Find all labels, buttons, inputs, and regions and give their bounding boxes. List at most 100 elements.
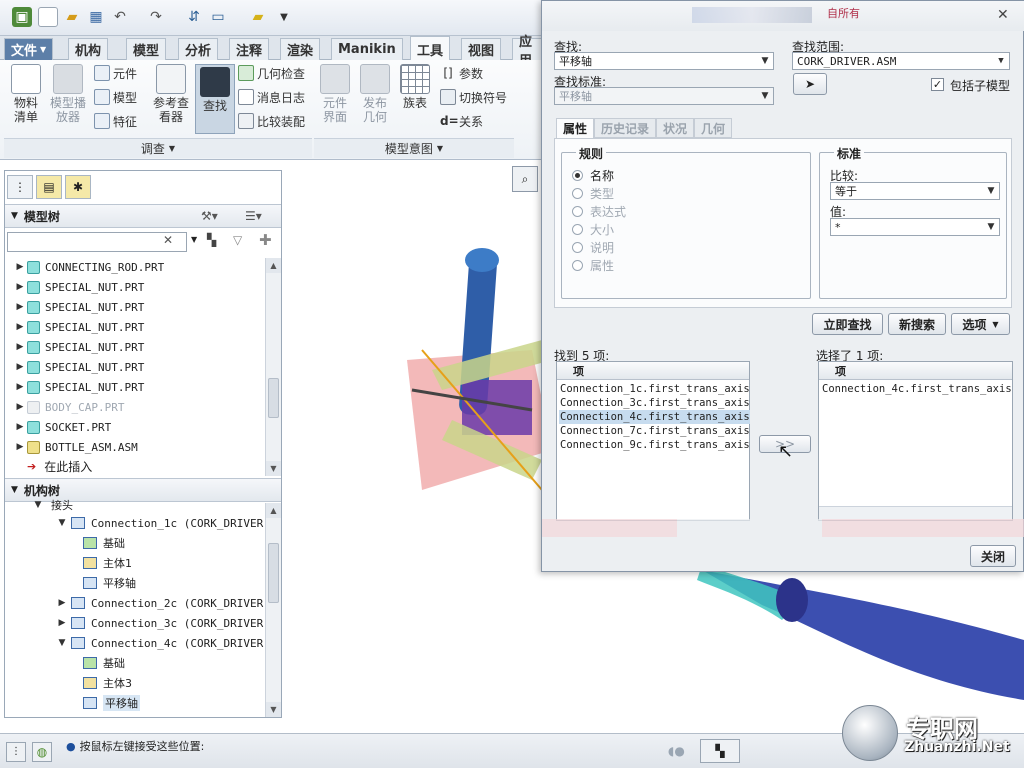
publish-geometry-button[interactable]: 发布 几何 xyxy=(355,64,395,124)
bill-of-materials-button[interactable]: 物料 清单 xyxy=(6,64,46,124)
expand-arrow-icon[interactable]: ▶ xyxy=(13,422,27,432)
save-icon[interactable]: ▦ xyxy=(86,7,106,27)
open-folder-icon[interactable]: ▰ xyxy=(62,7,82,27)
expand-arrow-icon[interactable]: ▶ xyxy=(55,618,69,628)
expand-arrow-icon[interactable]: ▶ xyxy=(55,598,69,608)
binoculars-icon[interactable]: ▚ xyxy=(207,233,216,247)
tree-item[interactable]: ▶ SPECIAL_NUT.PRT xyxy=(13,357,144,377)
tree-settings-icon[interactable]: ⚒▾ xyxy=(201,209,218,223)
mechanism-tree-item[interactable]: 主体3 xyxy=(81,673,132,693)
expand-arrow-icon[interactable]: ▶ xyxy=(13,442,27,452)
found-list-item[interactable]: Connection_4c.first_trans_axis xyxy=(559,410,750,424)
undo-icon[interactable]: ↶ xyxy=(110,7,130,27)
found-list-item[interactable]: Connection_1c.first_trans_axis xyxy=(559,382,750,396)
tab-mechanism[interactable]: 机构 xyxy=(68,38,109,60)
selected-column-header[interactable]: 项 xyxy=(819,362,1012,380)
filter-icon[interactable]: ▽ xyxy=(233,233,242,247)
found-column-header[interactable]: 项 xyxy=(557,362,749,380)
rule-radio[interactable]: 名称 xyxy=(572,167,614,184)
expand-arrow-icon[interactable]: ▶ xyxy=(13,322,27,332)
tree-item[interactable]: ▶ CONNECTING_ROD.PRT xyxy=(13,257,164,277)
selected-list-hscrollbar[interactable] xyxy=(819,506,1012,520)
clear-search-icon[interactable]: ✕ xyxy=(163,233,173,247)
look-in-select[interactable]: CORK_DRIVER.ASM ▼ xyxy=(792,52,1010,70)
tab-view[interactable]: 视图 xyxy=(461,38,502,60)
rule-radio[interactable]: 表达式 xyxy=(572,203,626,220)
tab-analysis[interactable]: 分析 xyxy=(178,38,219,60)
expand-arrow-icon[interactable]: ▶ xyxy=(13,262,27,272)
favorites-tab-icon[interactable]: ✱ xyxy=(65,175,91,199)
found-list-item[interactable]: Connection_3c.first_trans_axis xyxy=(559,396,750,410)
tab-tools[interactable]: 工具 xyxy=(410,36,451,61)
group-investigate[interactable]: 调查 ▼ xyxy=(4,138,312,158)
expand-arrow-icon[interactable]: ▶ xyxy=(13,382,27,392)
mechanism-tree-item[interactable]: 基础 xyxy=(81,653,125,673)
expand-arrow-icon[interactable]: ▶ xyxy=(13,402,27,412)
redo-icon[interactable]: ↷ xyxy=(146,7,166,27)
model-tree-scrollbar[interactable]: ▲ ▼ xyxy=(265,258,281,476)
model-player-button[interactable]: 模型播 放器 xyxy=(48,64,88,124)
value-combobox[interactable]: * ▼ xyxy=(830,218,1000,236)
selected-items-list[interactable]: 项 Connection_4c.first_trans_axis xyxy=(818,361,1013,521)
tab-file[interactable]: 文件 ▼ xyxy=(4,38,54,60)
close-window-icon[interactable]: ▰ xyxy=(248,7,268,27)
rule-radio[interactable]: 类型 xyxy=(572,185,614,202)
parameters-button[interactable]: [] 参数 xyxy=(440,64,483,82)
found-items-list[interactable]: 项 Connection_1c.first_trans_axis Connecti… xyxy=(556,361,750,521)
expand-arrow-icon[interactable]: ▶ xyxy=(13,342,27,352)
mechanism-tree-item[interactable]: 主体1 xyxy=(81,553,132,573)
tree-item[interactable]: ▶ SOCKET.PRT xyxy=(13,417,111,437)
rule-radio[interactable]: 说明 xyxy=(572,239,614,256)
tree-item[interactable]: ▶ SPECIAL_NUT.PRT xyxy=(13,337,144,357)
model-tree-header[interactable]: ▼ 模型树 ⚒▾ ☰▾ xyxy=(5,204,281,228)
tree-columns-icon[interactable]: ☰▾ xyxy=(245,209,262,223)
close-button[interactable]: 关闭 xyxy=(970,545,1016,567)
group-model-intent[interactable]: 模型意图 ▼ xyxy=(314,138,514,158)
tree-item[interactable]: ▶ SPECIAL_NUT.PRT xyxy=(13,297,144,317)
model-tree-search-input[interactable] xyxy=(7,232,187,252)
tab-annotate[interactable]: 注释 xyxy=(229,38,270,60)
relations-button[interactable]: d= 关系 xyxy=(440,112,483,130)
mechanism-tree-item[interactable]: 平移轴 xyxy=(81,573,136,593)
found-list-item[interactable]: Connection_9c.first_trans_axis xyxy=(559,438,750,452)
rule-radio[interactable]: 大小 xyxy=(572,221,614,238)
expand-arrow-icon[interactable]: ▶ xyxy=(13,362,27,372)
expand-arrow-icon[interactable]: ▶ xyxy=(13,282,27,292)
mechanism-tree-item[interactable]: ▼ Connection_1c (CORK_DRIVER) xyxy=(55,513,270,533)
find-button[interactable]: 查找 xyxy=(195,64,235,134)
expand-arrow-icon[interactable]: ▼ xyxy=(55,518,69,528)
component-button[interactable]: 元件 xyxy=(94,64,137,82)
switch-symbols-button[interactable]: 切换符号 xyxy=(440,88,507,106)
joints-node[interactable]: ▼ 接头 xyxy=(31,499,73,511)
mechanism-tree-item[interactable]: ▶ Connection_3c (CORK_DRIVER) xyxy=(55,613,270,633)
customize-chevron-icon[interactable]: ▼ xyxy=(274,7,294,27)
expand-arrow-icon[interactable]: ▶ xyxy=(13,302,27,312)
regenerate-icon[interactable]: ⇵ xyxy=(184,7,204,27)
tab-model[interactable]: 模型 xyxy=(126,38,167,60)
tab-geometry[interactable]: 几何 xyxy=(694,118,733,138)
close-icon[interactable]: ✕ xyxy=(997,7,1009,23)
tab-attributes[interactable]: 属性 xyxy=(556,118,595,138)
selected-list-item[interactable]: Connection_4c.first_trans_axis xyxy=(821,382,1012,396)
tree-item[interactable]: ▶ SPECIAL_NUT.PRT xyxy=(13,377,144,397)
tab-status[interactable]: 状况 xyxy=(656,118,695,138)
chevron-down-icon[interactable]: ▼ xyxy=(191,235,197,244)
tab-manikin[interactable]: Manikin xyxy=(331,38,403,60)
tab-render[interactable]: 渲染 xyxy=(280,38,321,60)
select-model-button[interactable]: ➤ xyxy=(793,73,827,95)
collapse-icon[interactable]: ▼ xyxy=(11,211,18,221)
criteria-select[interactable]: 平移轴 ▼ xyxy=(554,87,774,105)
windows-icon[interactable]: ▭ xyxy=(208,7,228,27)
found-list-item[interactable]: Connection_7c.first_trans_axis xyxy=(559,424,750,438)
look-for-select[interactable]: 平移轴 ▼ xyxy=(554,52,774,70)
tab-history[interactable]: 历史记录 xyxy=(594,118,657,138)
compare-select[interactable]: 等于 ▼ xyxy=(830,182,1000,200)
model-tree-tab-icon[interactable]: ⋮ xyxy=(7,175,33,199)
add-icon[interactable]: ✚ xyxy=(259,231,272,249)
insert-here-item[interactable]: ➔ 在此插入 xyxy=(27,456,92,476)
folder-browser-tab-icon[interactable]: ▤ xyxy=(36,175,62,199)
rule-radio[interactable]: 属性 xyxy=(572,257,614,274)
tree-item[interactable]: ▶ SPECIAL_NUT.PRT xyxy=(13,277,144,297)
compare-assembly-button[interactable]: 比较装配 xyxy=(238,112,305,130)
mechanism-tree-scrollbar[interactable]: ▲ ▼ xyxy=(265,503,281,717)
